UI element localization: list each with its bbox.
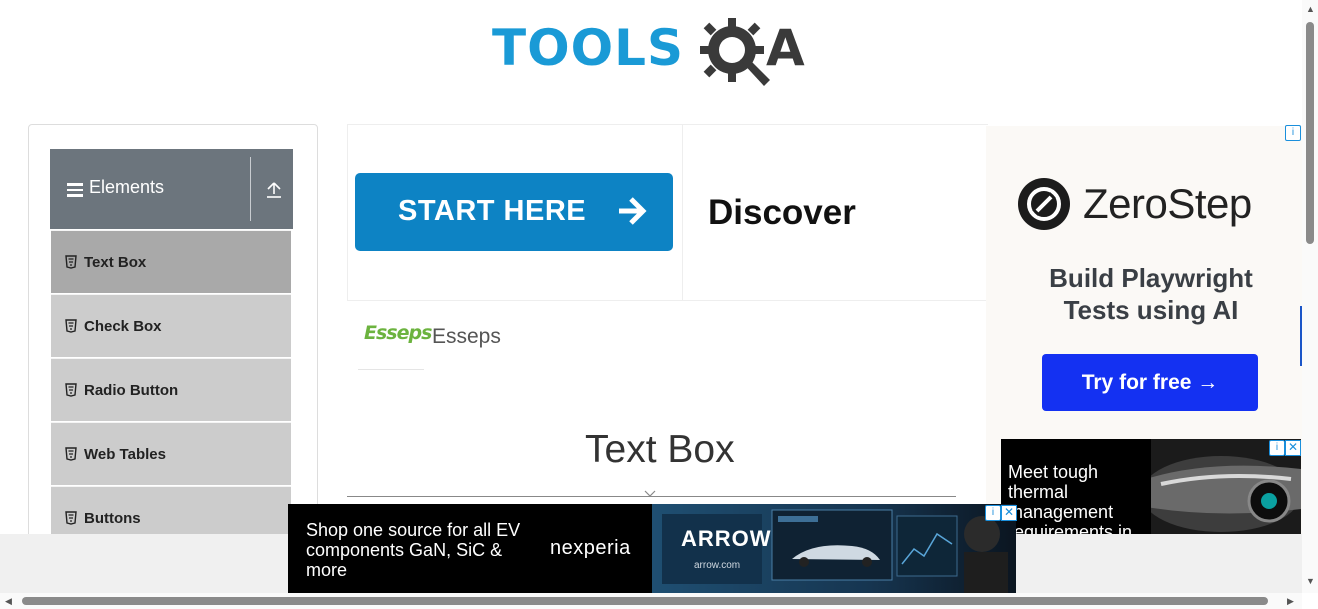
scroll-left-icon[interactable]: ◀ (5, 596, 12, 607)
ad-close-icon[interactable]: ✕ (1001, 505, 1017, 521)
nexperia-ad-text: Shop one source for all EV components Ga… (306, 520, 521, 580)
zerostep-logo-icon (1018, 178, 1070, 230)
html5-icon (65, 255, 77, 269)
menu-item-label: Radio Button (84, 382, 179, 399)
horizontal-scrollbar[interactable]: ◀ ▶ (0, 593, 1302, 609)
group-title: Elements (89, 177, 165, 197)
scroll-right-icon[interactable]: ▶ (1287, 596, 1294, 607)
menu-item-label: Web Tables (84, 446, 166, 463)
esseps-logo-text: Esseps (364, 322, 432, 344)
ad-info-icon[interactable]: i (985, 505, 1001, 521)
chevron-down-icon (644, 490, 656, 497)
gear-q-icon (700, 18, 770, 86)
nexperia-brand: nexperia (550, 537, 631, 559)
menu-item-label: Check Box (84, 318, 162, 335)
esseps-logo[interactable]: Esseps (358, 314, 432, 370)
header-divider (250, 157, 251, 221)
zerostep-brand: ZeroStep (1083, 180, 1252, 227)
logo-text-a: A (766, 19, 805, 77)
scroll-up-icon[interactable]: ▲ (1306, 4, 1315, 14)
arrow-right-icon (619, 197, 647, 225)
scroll-down-icon[interactable]: ▼ (1306, 576, 1315, 586)
nexperia-arrow-ad[interactable]: Shop one source for all EV components Ga… (288, 504, 1016, 594)
start-here-label: START HERE (398, 195, 587, 227)
start-here-button[interactable]: START HERE (355, 173, 673, 251)
menu-item-radio-button[interactable]: Radio Button (51, 358, 291, 421)
toolsqa-logo[interactable]: TOOLS A (492, 14, 822, 92)
arrow-url: arrow.com (694, 560, 741, 571)
elements-group-header[interactable]: Elements (50, 149, 293, 229)
html5-icon (65, 511, 77, 525)
vertical-scroll-thumb[interactable] (1306, 22, 1314, 244)
zerostep-tagline: Build Playwright Tests using AI (1049, 263, 1253, 325)
menu-item-check-box[interactable]: Check Box (51, 294, 291, 357)
menu-item-web-tables[interactable]: Web Tables (51, 422, 291, 485)
html5-icon (65, 383, 77, 397)
sponsor-name[interactable]: Esseps (432, 325, 501, 349)
vertical-scrollbar[interactable]: ▲ ▼ (1302, 0, 1318, 593)
html5-icon (65, 447, 77, 461)
arrow-logo: ARROW (681, 526, 772, 551)
banner-left-panel: START HERE (348, 125, 683, 300)
discover-text: Discover (708, 193, 856, 232)
page-title: Text Box (585, 428, 735, 471)
horizontal-scroll-thumb[interactable] (22, 597, 1268, 605)
menu-item-label: Text Box (84, 254, 147, 271)
logo-text-tools: TOOLS (492, 19, 684, 77)
thermal-ad[interactable]: Meet tough thermal management requiremen… (1001, 439, 1301, 534)
thermal-ad-text: Meet tough thermal management requiremen… (1008, 462, 1133, 534)
promo-banner: START HERE Discover (347, 124, 988, 301)
menu-item-label: Buttons (84, 510, 141, 527)
collapse-icon[interactable] (264, 181, 284, 199)
ad-close-icon[interactable]: ✕ (1285, 440, 1301, 456)
ad-info-icon[interactable]: i (1269, 440, 1285, 456)
menu-item-text-box[interactable]: Text Box (51, 230, 291, 293)
try-for-free-button[interactable]: Try for free → (1042, 354, 1258, 411)
hamburger-icon (67, 183, 83, 197)
ad-info-icon[interactable]: i (1285, 125, 1301, 141)
html5-icon (65, 319, 77, 333)
